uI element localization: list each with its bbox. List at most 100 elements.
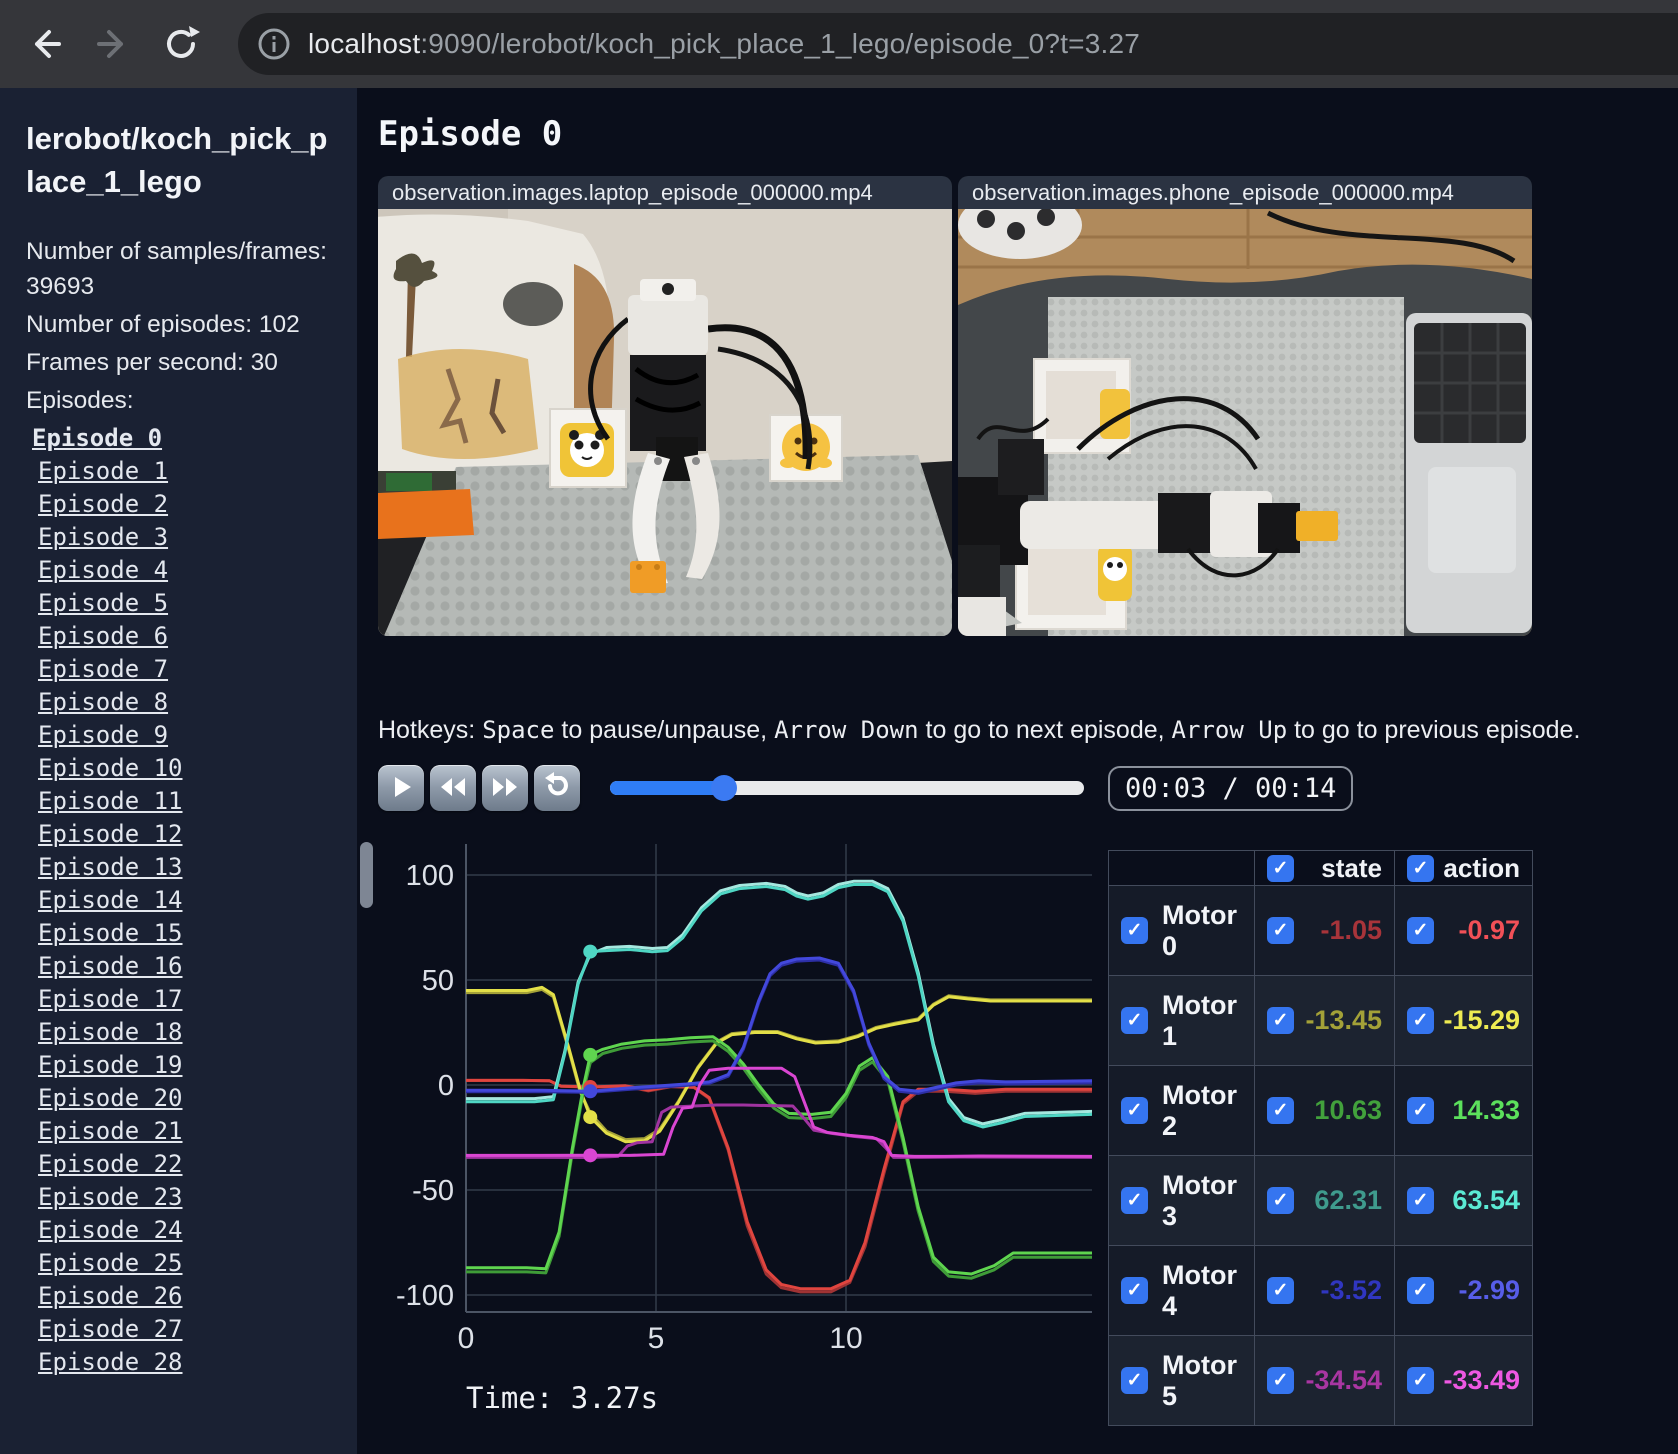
state-column-checkbox[interactable]	[1267, 854, 1294, 882]
video-panel-phone[interactable]: observation.images.phone_episode_000000.…	[958, 176, 1532, 636]
state-checkbox[interactable]	[1267, 1367, 1294, 1394]
action-value: 63.54	[1452, 1185, 1520, 1215]
episode-link[interactable]: Episode 2	[38, 488, 333, 521]
video-panel-laptop[interactable]: observation.images.laptop_episode_000000…	[378, 176, 952, 636]
back-arrow-icon[interactable]	[22, 21, 68, 67]
episode-link[interactable]: Episode 25	[38, 1247, 333, 1280]
episode-link[interactable]: Episode 6	[38, 620, 333, 653]
episode-link[interactable]: Episode 23	[38, 1181, 333, 1214]
motor-table: state action Motor 0 -1.05 -0.97 Motor 1 -13…	[1108, 850, 1533, 1426]
table-row: Motor 0 -1.05 -0.97	[1108, 885, 1533, 976]
episode-link[interactable]: Episode 7	[38, 653, 333, 686]
state-checkbox[interactable]	[1267, 1007, 1294, 1034]
table-row: Motor 2 10.63 14.33	[1108, 1065, 1533, 1156]
motor-checkbox[interactable]	[1121, 1007, 1148, 1034]
action-value: -2.99	[1458, 1275, 1520, 1305]
action-value: -33.49	[1443, 1365, 1520, 1395]
cursor-dot	[583, 944, 598, 959]
motor-label: Motor 4	[1162, 1259, 1237, 1321]
sidebar-scrollbar-thumb[interactable]	[360, 842, 373, 908]
time-display: 00:03 / 00:14	[1108, 765, 1354, 811]
episode-link[interactable]: Episode 20	[38, 1082, 333, 1115]
action-checkbox[interactable]	[1407, 1097, 1434, 1124]
fast-forward-button[interactable]	[482, 765, 528, 811]
loop-button[interactable]	[534, 765, 580, 811]
motor-label: Motor 1	[1162, 989, 1237, 1051]
action-value: -0.97	[1458, 915, 1520, 945]
motor-label: Motor 2	[1162, 1079, 1237, 1141]
episode-link[interactable]: Episode 4	[38, 554, 333, 587]
motor-checkbox[interactable]	[1121, 917, 1148, 944]
episode-link[interactable]: Episode 10	[38, 752, 333, 785]
episode-link[interactable]: Episode 22	[38, 1148, 333, 1181]
episode-link[interactable]: Episode 11	[38, 785, 333, 818]
action-checkbox[interactable]	[1407, 1007, 1434, 1034]
reload-icon[interactable]	[158, 21, 204, 67]
episode-link[interactable]: Episode 24	[38, 1214, 333, 1247]
slider-thumb[interactable]	[710, 775, 737, 801]
video-filename: observation.images.phone_episode_000000.…	[972, 179, 1454, 205]
episode-link[interactable]: Episode 21	[38, 1115, 333, 1148]
episode-link[interactable]: Episode 9	[38, 719, 333, 752]
episode-link[interactable]: Episode 18	[38, 1016, 333, 1049]
motor-label: Motor 0	[1162, 899, 1237, 961]
episode-link[interactable]: Episode 12	[38, 818, 333, 851]
motor-label-cell: Motor 3	[1108, 1155, 1255, 1246]
episode-link[interactable]: Episode 26	[38, 1280, 333, 1313]
episode-link[interactable]: Episode 27	[38, 1313, 333, 1346]
action-checkbox[interactable]	[1407, 1187, 1434, 1214]
action-checkbox[interactable]	[1407, 1367, 1434, 1394]
motor-label-cell: Motor 5	[1108, 1335, 1255, 1426]
address-bar[interactable]: localhost:9090/lerobot/koch_pick_place_1…	[238, 13, 1678, 75]
state-value: 10.63	[1314, 1095, 1382, 1125]
episode-link[interactable]: Episode 16	[38, 950, 333, 983]
stat-fps: Frames per second: 30	[26, 348, 278, 376]
motor-checkbox[interactable]	[1121, 1097, 1148, 1124]
action-checkbox[interactable]	[1407, 917, 1434, 944]
lego-brick	[630, 561, 666, 593]
stat-samples: Number of samples/frames: 39693	[26, 237, 327, 301]
url-text: localhost:9090/lerobot/koch_pick_place_1…	[308, 28, 1141, 59]
info-icon[interactable]	[254, 24, 294, 64]
forward-arrow-icon[interactable]	[90, 21, 136, 67]
hotkeys-help: Hotkeys: Space to pause/unpause, Arrow D…	[378, 716, 1581, 744]
episode-link[interactable]: Episode 28	[38, 1346, 333, 1379]
cursor-dot	[583, 1148, 598, 1163]
cursor-dot	[583, 1110, 598, 1125]
state-checkbox[interactable]	[1267, 1097, 1294, 1124]
action-column-checkbox[interactable]	[1407, 854, 1434, 882]
episode-link[interactable]: Episode 3	[38, 521, 333, 554]
action-value: 14.33	[1452, 1095, 1520, 1125]
episode-link[interactable]: Episode 19	[38, 1049, 333, 1082]
motor-checkbox[interactable]	[1121, 1367, 1148, 1394]
episode-link[interactable]: Episode 15	[38, 917, 333, 950]
rewind-button[interactable]	[430, 765, 476, 811]
episode-link[interactable]: Episode 0	[32, 422, 333, 455]
stat-episodes: Number of episodes: 102	[26, 311, 300, 339]
state-checkbox[interactable]	[1267, 1187, 1294, 1214]
motor-checkbox[interactable]	[1121, 1277, 1148, 1304]
play-button[interactable]	[378, 765, 424, 811]
table-row: Motor 5 -34.54 -33.49	[1108, 1335, 1533, 1426]
chart-canvas[interactable]: 100500-50-1000 5 10	[378, 842, 1092, 1362]
state-value: -3.52	[1320, 1275, 1382, 1305]
video-row: observation.images.laptop_episode_000000…	[378, 176, 1678, 636]
episode-link[interactable]: Episode 1	[38, 455, 333, 488]
state-cell: -13.45	[1254, 975, 1395, 1066]
video-header: observation.images.laptop_episode_000000…	[378, 176, 952, 209]
episode-link[interactable]: Episode 13	[38, 851, 333, 884]
state-checkbox[interactable]	[1267, 917, 1294, 944]
motor-checkbox[interactable]	[1121, 1187, 1148, 1214]
action-checkbox[interactable]	[1407, 1277, 1434, 1304]
video-filename: observation.images.laptop_episode_000000…	[392, 179, 873, 205]
episode-link[interactable]: Episode 5	[38, 587, 333, 620]
episode-link[interactable]: Episode 17	[38, 983, 333, 1016]
seek-slider[interactable]	[610, 775, 1084, 801]
state-cell: -3.52	[1254, 1245, 1395, 1336]
episode-link[interactable]: Episode 8	[38, 686, 333, 719]
y-tick-label: -100	[396, 1280, 454, 1312]
episode-link[interactable]: Episode 14	[38, 884, 333, 917]
y-tick-label: 50	[422, 965, 454, 997]
state-checkbox[interactable]	[1267, 1277, 1294, 1304]
table-row: Motor 4 -3.52 -2.99	[1108, 1245, 1533, 1336]
